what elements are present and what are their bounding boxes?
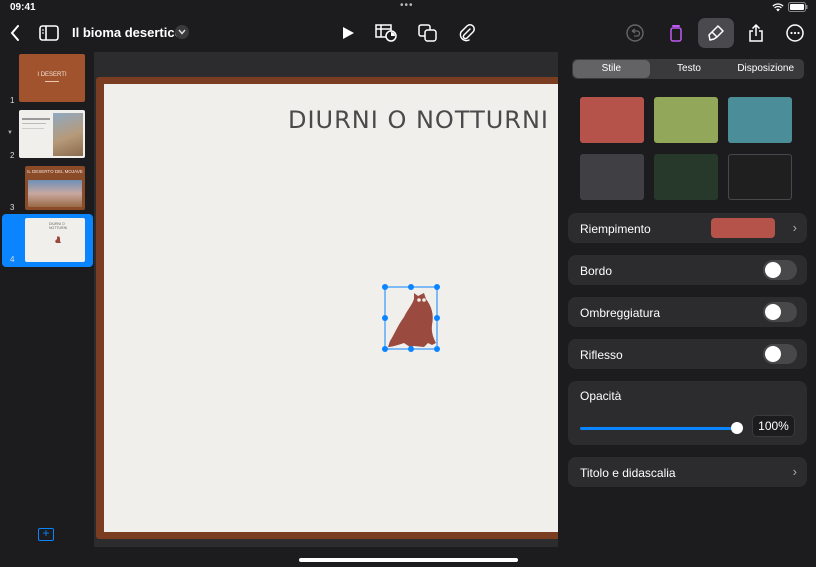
resize-handle[interactable] (434, 284, 440, 290)
slide-title[interactable]: DIURNI O NOTTURNI (288, 106, 549, 134)
slide-number: 4 (10, 255, 15, 264)
style-swatch-4[interactable] (580, 154, 644, 200)
slide[interactable]: DIURNI O NOTTURNI (104, 84, 564, 532)
slide-number: 1 (10, 96, 15, 105)
slide-thumbnail-title: I DESERTI (37, 72, 67, 78)
shapes-icon (418, 24, 437, 42)
border-row: Bordo (568, 255, 807, 285)
animate-button[interactable] (661, 18, 691, 48)
document-title[interactable]: Il bioma desertico (72, 25, 183, 40)
border-label: Bordo (580, 264, 613, 278)
status-time: 09:41 (10, 2, 36, 13)
slide-thumbnail-3[interactable]: IL DESERTO DEL MOJAVE (25, 166, 85, 210)
status-bar: 09:41 ••• (0, 0, 816, 14)
caption-row[interactable]: Titolo e didascalia › (568, 457, 807, 487)
style-swatch-1[interactable] (580, 97, 644, 143)
style-swatch-3[interactable] (728, 97, 792, 143)
insert-table-chart-button[interactable] (371, 18, 401, 48)
reflection-toggle[interactable] (763, 344, 797, 364)
opacity-label: Opacità (580, 389, 622, 403)
fill-row[interactable]: Riempimento › (568, 213, 807, 243)
share-icon (749, 24, 763, 42)
more-button[interactable] (780, 18, 810, 48)
shadow-toggle[interactable] (763, 302, 797, 322)
document-menu-button[interactable] (175, 25, 189, 39)
paintbrush-icon (708, 25, 724, 41)
table-chart-icon (375, 24, 397, 42)
border-toggle[interactable] (763, 260, 797, 280)
fill-label: Riempimento (580, 222, 651, 236)
animate-icon (670, 25, 682, 42)
resize-handle[interactable] (382, 284, 388, 290)
fill-color-swatch[interactable] (711, 218, 775, 238)
resize-handle[interactable] (434, 315, 440, 321)
insert-media-button[interactable] (452, 18, 482, 48)
chevron-right-icon: › (792, 464, 797, 479)
slide-navigator: I DESERTI 1 ▼ 2 IL DESERTO DEL MOJAVE 3 … (0, 52, 94, 567)
toolbar: Il bioma desertico (0, 14, 816, 52)
slide-number: 2 (10, 151, 15, 160)
owl-icon (55, 236, 61, 243)
back-button[interactable] (0, 18, 30, 48)
landscape-image (28, 180, 82, 207)
opacity-value-field[interactable]: 100% (752, 415, 795, 437)
opacity-row: Opacità 100% (568, 381, 807, 445)
multitasking-dots-icon[interactable]: ••• (400, 0, 414, 11)
shadow-row: Ombreggiatura (568, 297, 807, 327)
undo-button[interactable] (620, 18, 650, 48)
caption-label: Titolo e didascalia (580, 466, 676, 480)
style-swatch-6[interactable] (728, 154, 792, 200)
battery-icon (788, 2, 808, 12)
format-button[interactable] (698, 18, 734, 48)
home-indicator[interactable] (299, 558, 518, 562)
wifi-icon (772, 2, 784, 11)
slide-thumbnail-title: IL DESERTO DEL MOJAVE (27, 169, 83, 174)
resize-handle[interactable] (408, 284, 414, 290)
share-button[interactable] (741, 18, 771, 48)
opacity-slider-track[interactable] (580, 427, 738, 430)
owl-shape[interactable] (380, 281, 442, 353)
format-inspector: Stile Testo Disposizione Riempimento › B… (558, 52, 816, 567)
slide-thumbnail-2[interactable] (19, 110, 85, 158)
resize-handle[interactable] (408, 346, 414, 352)
disclosure-triangle-icon[interactable]: ▼ (7, 130, 13, 136)
reflection-label: Riflesso (580, 348, 623, 362)
shadow-label: Ombreggiatura (580, 306, 661, 320)
tab-stile[interactable]: Stile (573, 60, 650, 78)
reflection-row: Riflesso (568, 339, 807, 369)
insert-shape-button[interactable] (413, 18, 443, 48)
style-swatch-5[interactable] (654, 154, 718, 200)
inspector-tabs: Stile Testo Disposizione (572, 59, 804, 79)
chevron-left-icon (10, 25, 19, 41)
opacity-slider-knob[interactable] (731, 422, 743, 434)
resize-handle[interactable] (382, 315, 388, 321)
slide-thumbnail-4[interactable]: DIURNI O NOTTURNI (25, 218, 85, 262)
tab-testo[interactable]: Testo (651, 59, 728, 79)
resize-handle[interactable] (434, 346, 440, 352)
ellipsis-circle-icon (786, 24, 804, 42)
slide-border: DIURNI O NOTTURNI (96, 77, 566, 539)
undo-icon (626, 24, 644, 42)
add-slide-button[interactable]: + (38, 527, 54, 541)
play-button[interactable] (333, 18, 363, 48)
slide-thumbnail-1[interactable]: I DESERTI (19, 54, 85, 102)
slide-thumbnail-title: DIURNI O NOTTURNI (49, 222, 68, 230)
resize-handle[interactable] (382, 346, 388, 352)
slide-number: 3 (10, 203, 15, 212)
slide-canvas: DIURNI O NOTTURNI (94, 52, 566, 547)
chevron-down-icon (178, 29, 186, 35)
paperclip-icon (459, 24, 475, 42)
chevron-right-icon: › (792, 220, 797, 235)
sidebar-toggle-button[interactable] (34, 18, 64, 48)
style-swatch-2[interactable] (654, 97, 718, 143)
play-icon (343, 27, 354, 39)
tab-disposizione[interactable]: Disposizione (727, 59, 804, 79)
sidebar-icon (39, 25, 59, 41)
owl-silhouette (388, 293, 436, 347)
landscape-image (53, 113, 83, 156)
